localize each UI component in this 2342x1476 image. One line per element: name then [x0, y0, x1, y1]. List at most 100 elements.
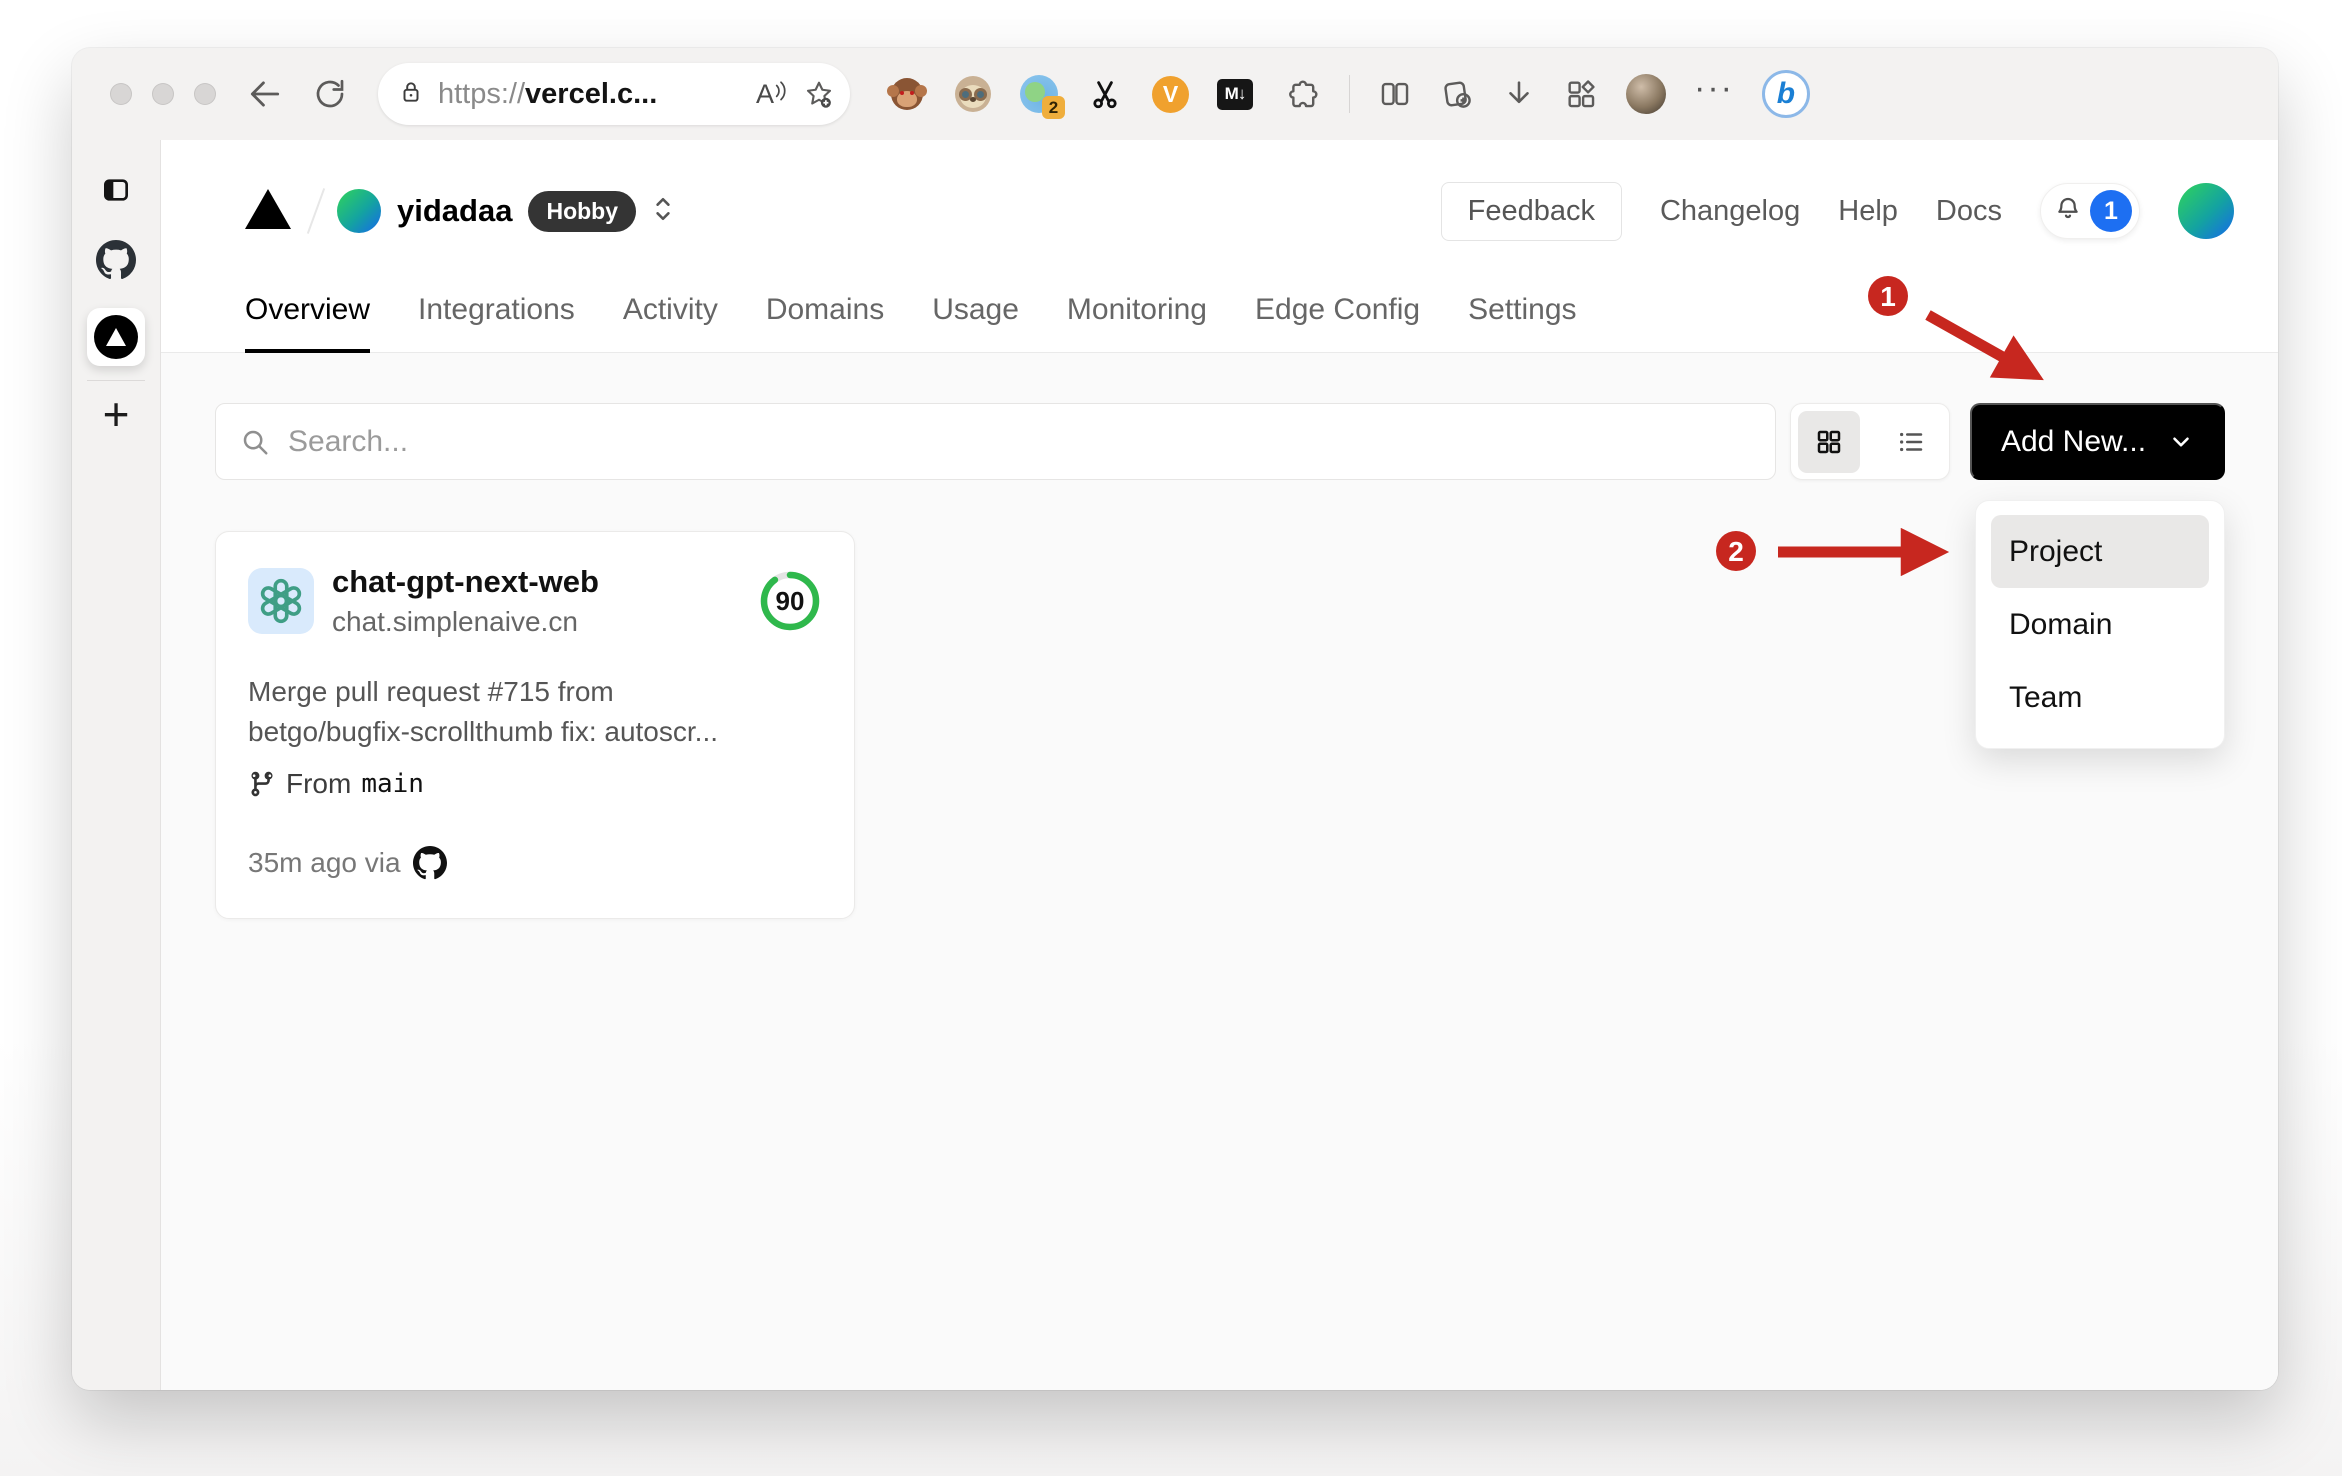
- dropdown-item-domain[interactable]: Domain: [1991, 588, 2209, 661]
- list-view-icon: [1900, 432, 1923, 451]
- feedback-button[interactable]: Feedback: [1440, 181, 1622, 241]
- search-icon: [243, 430, 268, 454]
- project-favicon: [248, 568, 314, 634]
- branch-row: From main: [248, 768, 822, 800]
- downloads-icon[interactable]: [1502, 77, 1536, 111]
- url-text: https://vercel.c...: [438, 78, 657, 111]
- add-new-dropdown: Project Domain Team: [1975, 500, 2225, 749]
- browser-toolbar: https://vercel.c... A 2 V M↓ ··· b: [72, 48, 2278, 140]
- extension-icons: 2 V M↓: [887, 75, 1253, 119]
- read-aloud-icon[interactable]: A: [756, 79, 788, 110]
- view-toggle-group: [1790, 403, 1950, 480]
- tab-settings[interactable]: Settings: [1468, 268, 1576, 352]
- team-switcher-icon[interactable]: [650, 192, 676, 231]
- edge-sidebar: +: [72, 140, 161, 1390]
- collections-add-icon[interactable]: [1440, 77, 1474, 111]
- markdown-download-extension-icon[interactable]: M↓: [1217, 78, 1253, 110]
- toolbar-divider: [1349, 75, 1350, 113]
- chevron-down-icon: [2173, 436, 2189, 447]
- tab-integrations[interactable]: Integrations: [418, 268, 575, 352]
- team-avatar[interactable]: [337, 189, 381, 233]
- help-link[interactable]: Help: [1838, 195, 1898, 228]
- tab-usage[interactable]: Usage: [932, 268, 1019, 352]
- deploy-time: 35m ago via: [248, 847, 401, 878]
- more-menu-icon[interactable]: ···: [1694, 71, 1734, 117]
- url-host: vercel.c...: [525, 77, 658, 110]
- refresh-icon[interactable]: [312, 76, 348, 112]
- vimium-extension-icon[interactable]: V: [1152, 75, 1189, 113]
- address-bar[interactable]: https://vercel.c... A: [378, 63, 850, 125]
- grid-view-button[interactable]: [1798, 410, 1860, 473]
- extensions-puzzle-icon[interactable]: [1287, 77, 1321, 111]
- vercel-app-icon: [94, 315, 138, 359]
- openai-logo-icon: [260, 578, 302, 624]
- browser-profile-avatar[interactable]: [1626, 74, 1666, 114]
- close-window-button[interactable]: [110, 83, 132, 105]
- dashboard-main: Add New...: [161, 353, 2278, 1390]
- docs-link[interactable]: Docs: [1936, 195, 2002, 228]
- notifications-button[interactable]: 1: [2040, 183, 2140, 239]
- split-screen-icon[interactable]: [1378, 77, 1412, 111]
- tampermonkey-extension-icon[interactable]: [887, 75, 927, 113]
- browser-window: https://vercel.c... A 2 V M↓ ··· b + yid…: [72, 48, 2278, 1390]
- tab-overview[interactable]: Overview: [245, 268, 371, 353]
- dropdown-item-team[interactable]: Team: [1991, 661, 2209, 734]
- bing-chat-icon[interactable]: b: [1761, 70, 1810, 118]
- dropdown-item-project[interactable]: Project: [1991, 515, 2209, 588]
- project-search[interactable]: [215, 403, 1776, 480]
- project-card[interactable]: chat-gpt-next-web chat.simplenaive.cn 90: [215, 531, 855, 919]
- tab-monitoring[interactable]: Monitoring: [1067, 268, 1207, 352]
- github-sidebar-icon[interactable]: [96, 240, 136, 280]
- from-label: From: [286, 768, 352, 799]
- extension-badge-count: 2: [1042, 96, 1065, 119]
- github-icon: [412, 846, 447, 880]
- sidebar-divider: [87, 380, 145, 381]
- speed-score-value: 90: [775, 585, 805, 616]
- list-view-button[interactable]: [1880, 411, 1942, 473]
- vercel-page: yidadaa Hobby Feedback Changelog Help Do…: [161, 140, 2278, 1390]
- branch-name[interactable]: main: [361, 769, 424, 799]
- plan-badge: Hobby: [528, 190, 637, 232]
- sloth-extension-icon[interactable]: [954, 75, 992, 113]
- project-controls: Add New...: [215, 403, 2225, 480]
- latest-commit-message[interactable]: Merge pull request #715 from betgo/bugfi…: [248, 672, 822, 752]
- add-new-button[interactable]: Add New...: [1970, 403, 2225, 480]
- breadcrumb-slash: [306, 188, 326, 234]
- tab-edge-config[interactable]: Edge Config: [1255, 268, 1420, 352]
- tab-manager-extension-icon[interactable]: 2: [1020, 75, 1065, 119]
- add-new-label: Add New...: [2000, 424, 2147, 458]
- tab-activity[interactable]: Activity: [623, 268, 718, 352]
- favorites-star-icon[interactable]: [804, 79, 834, 109]
- sidebar-toggle-icon[interactable]: [100, 174, 132, 206]
- search-input[interactable]: [288, 424, 1751, 459]
- project-domain[interactable]: chat.simplenaive.cn: [332, 606, 758, 638]
- toolbar-right-icons: ··· b: [1287, 70, 1810, 118]
- project-name[interactable]: chat-gpt-next-web: [332, 564, 758, 600]
- minimize-window-button[interactable]: [152, 83, 174, 105]
- lock-icon: [398, 79, 424, 110]
- user-avatar[interactable]: [2178, 183, 2234, 239]
- project-card-header: chat-gpt-next-web chat.simplenaive.cn 90: [248, 564, 822, 638]
- back-icon[interactable]: [246, 75, 284, 113]
- url-scheme: https://: [438, 77, 526, 110]
- deploy-meta-row: 35m ago via: [248, 846, 822, 880]
- sidebar-add-icon[interactable]: +: [103, 391, 130, 437]
- vercel-sidebar-app-active[interactable]: [87, 308, 145, 366]
- dashboard-tabs: Overview Integrations Activity Domains U…: [161, 268, 2278, 353]
- tab-domains[interactable]: Domains: [766, 268, 884, 352]
- screenshot-canvas: https://vercel.c... A 2 V M↓ ··· b + yid…: [0, 0, 2342, 1476]
- notification-count-badge: 1: [2090, 190, 2132, 232]
- vercel-logo[interactable]: [245, 188, 291, 234]
- changelog-link[interactable]: Changelog: [1660, 195, 1800, 228]
- apps-grid-icon[interactable]: [1564, 77, 1598, 111]
- git-branch-icon: [251, 771, 273, 797]
- team-name[interactable]: yidadaa: [397, 193, 512, 229]
- window-controls: [110, 83, 216, 105]
- vercel-header: yidadaa Hobby Feedback Changelog Help Do…: [161, 140, 2278, 268]
- speed-score-ring[interactable]: 90: [758, 569, 822, 633]
- zoom-window-button[interactable]: [194, 83, 216, 105]
- scissors-extension-icon[interactable]: [1086, 75, 1124, 113]
- grid-view-icon: [1817, 430, 1841, 453]
- bell-icon: [2053, 194, 2083, 229]
- header-actions: Feedback Changelog Help Docs 1: [1440, 181, 2234, 241]
